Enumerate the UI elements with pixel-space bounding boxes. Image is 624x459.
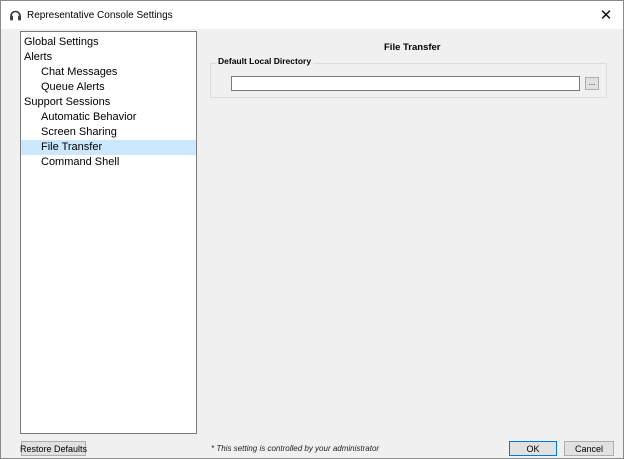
tree-item-screen-sharing[interactable]: Screen Sharing bbox=[21, 125, 196, 140]
tree-item-alerts[interactable]: Alerts bbox=[21, 50, 196, 65]
page-title: File Transfer bbox=[384, 42, 441, 53]
title-bar[interactable]: Representative Console Settings ✕ bbox=[1, 1, 623, 29]
window-title: Representative Console Settings bbox=[27, 10, 173, 21]
ok-button[interactable]: OK bbox=[509, 441, 557, 456]
tree-list: Global Settings Alerts Chat Messages Queue … bbox=[21, 35, 196, 170]
tree-item-command-shell[interactable]: Command Shell bbox=[21, 155, 196, 170]
tree-item-queue-alerts[interactable]: Queue Alerts bbox=[21, 80, 196, 95]
settings-dialog: Representative Console Settings ✕ Global… bbox=[0, 0, 624, 459]
group-label: Default Local Directory bbox=[216, 56, 314, 66]
tree-item-support-sessions[interactable]: Support Sessions bbox=[21, 95, 196, 110]
directory-input[interactable] bbox=[231, 76, 580, 91]
headset-icon bbox=[10, 10, 21, 21]
restore-defaults-button[interactable]: Restore Defaults bbox=[20, 441, 87, 456]
cancel-button[interactable]: Cancel bbox=[564, 441, 614, 456]
tree-item-chat-messages[interactable]: Chat Messages bbox=[21, 65, 196, 80]
tree-item-automatic-behavior[interactable]: Automatic Behavior bbox=[21, 110, 196, 125]
close-button[interactable]: ✕ bbox=[589, 1, 623, 29]
tree-item-global-settings[interactable]: Global Settings bbox=[21, 35, 196, 50]
admin-note: * This setting is controlled by your adm… bbox=[211, 444, 380, 453]
browse-button[interactable]: ... bbox=[585, 77, 599, 90]
tree-item-file-transfer[interactable]: File Transfer bbox=[21, 140, 196, 155]
close-icon: ✕ bbox=[599, 7, 613, 24]
settings-tree[interactable]: Global Settings Alerts Chat Messages Queue … bbox=[20, 31, 197, 434]
